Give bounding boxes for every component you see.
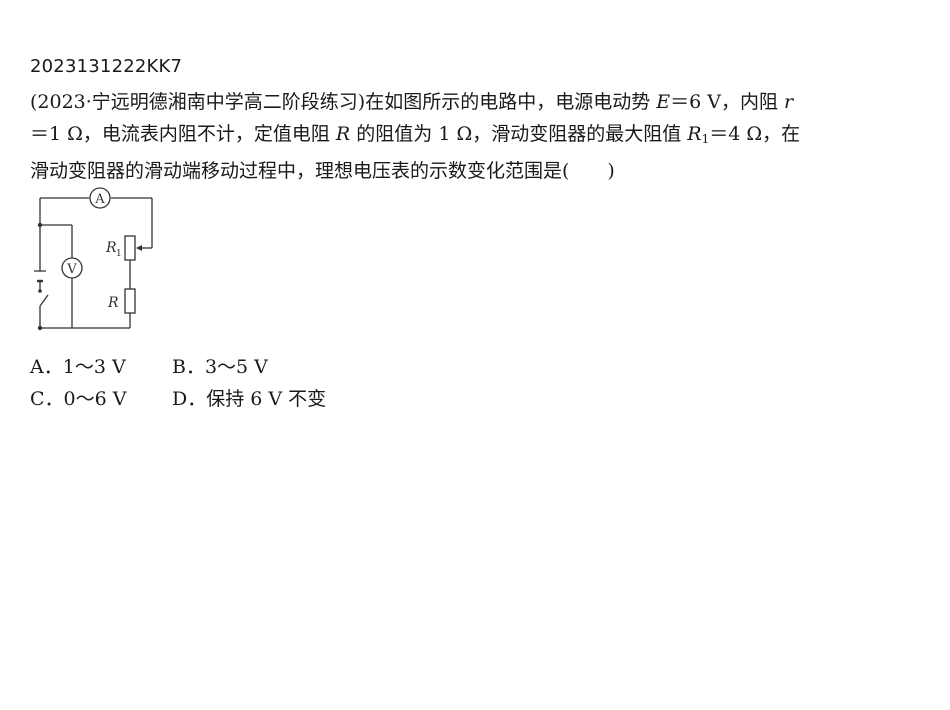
option-text: 0～6 V — [63, 388, 127, 410]
stem-line-2: ＝1 Ω，电流表内阻不计，定值电阻 R 的阻值为 1 Ω，滑动变阻器的最大阻值 … — [30, 118, 900, 155]
question-stem: (2023·宁远明德湘南中学高二阶段练习)在如图所示的电路中，电源电动势 E＝6… — [30, 86, 900, 187]
slider-arrow — [136, 245, 142, 251]
option-c[interactable]: C．0～6 V — [30, 383, 172, 415]
option-letter: C． — [30, 388, 64, 410]
option-text: 保持 6 V 不变 — [206, 388, 327, 410]
switch-contact — [38, 289, 42, 293]
options-row-2: C．0～6 V D．保持 6 V 不变 — [30, 383, 326, 415]
option-letter: B． — [172, 356, 205, 378]
options-row-1: A．1～3 V B．3～5 V — [30, 351, 326, 383]
voltmeter-label: V — [66, 262, 77, 277]
stem-text: ＝1 Ω，电流表内阻不计，定值电阻 — [30, 123, 336, 145]
symbol-resistor: R — [335, 123, 351, 145]
option-text: 3～5 V — [204, 356, 268, 378]
option-letter: A． — [30, 356, 63, 378]
switch-blade — [39, 294, 49, 307]
stem-line-1: (2023·宁远明德湘南中学高二阶段练习)在如图所示的电路中，电源电动势 E＝6… — [30, 86, 900, 118]
ammeter-label: A — [94, 192, 105, 207]
circuit-diagram: A V R 1 R — [34, 187, 153, 331]
stem-text: ＝4 Ω，在 — [709, 123, 801, 145]
option-a[interactable]: A．1～3 V — [30, 351, 172, 383]
answer-options: A．1～3 V B．3～5 V C．0～6 V D．保持 6 V 不变 — [30, 351, 326, 415]
option-text: 1～3 V — [62, 356, 126, 378]
option-letter: D． — [172, 388, 207, 410]
junction-dot — [37, 325, 43, 331]
rheostat-label-subscript: 1 — [116, 249, 122, 259]
stem-text: ＝6 V，内阻 — [670, 91, 785, 113]
rheostat-body — [124, 235, 136, 261]
resistor-label: R — [107, 295, 119, 311]
option-b[interactable]: B．3～5 V — [172, 351, 314, 383]
stem-text: (2023·宁远明德湘南中学高二阶段练习)在如图所示的电路中，电源电动势 — [30, 91, 657, 113]
option-d[interactable]: D．保持 6 V 不变 — [172, 383, 326, 415]
symbol-emf: E — [656, 91, 671, 113]
symbol-rheostat: R — [687, 123, 702, 145]
junction-dot — [37, 222, 43, 228]
question-id: 2023131222KK7 — [30, 56, 183, 77]
symbol-internal-resistance: r — [784, 91, 794, 113]
stem-text: 的阻值为 1 Ω，滑动变阻器的最大阻值 — [350, 123, 688, 145]
resistor-body — [124, 288, 136, 314]
